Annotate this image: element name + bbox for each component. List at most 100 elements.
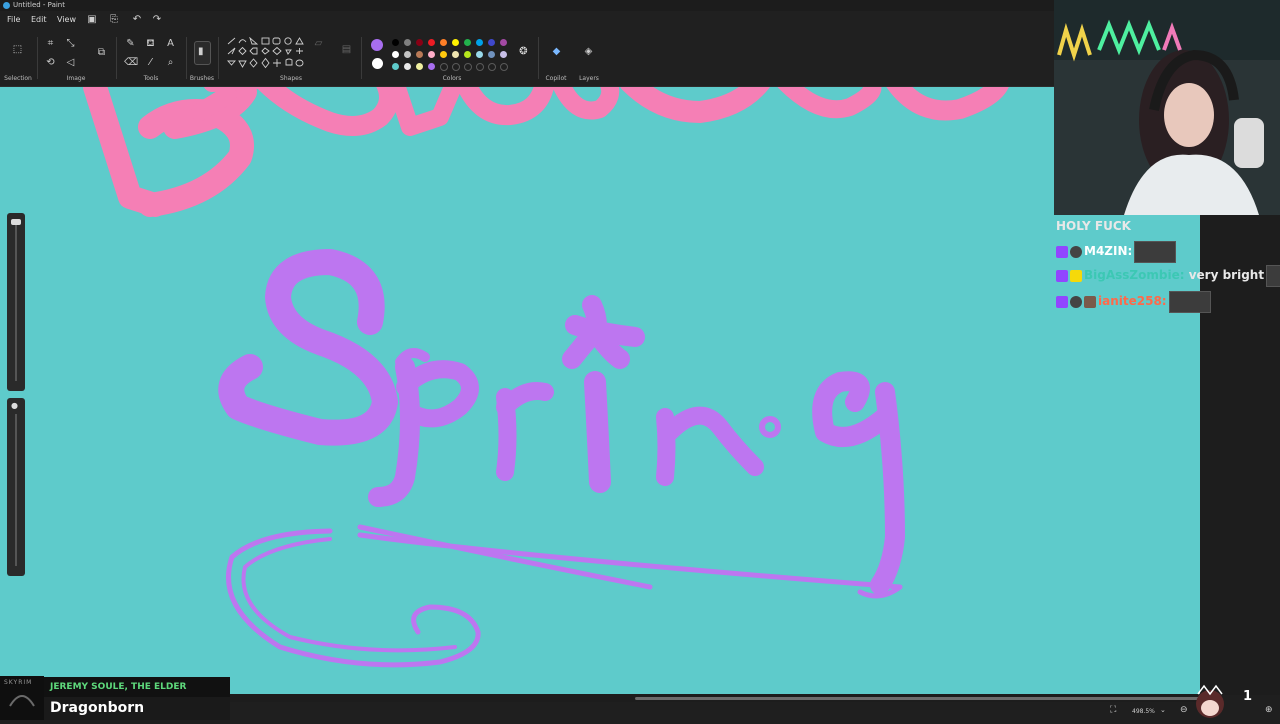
palette-swatch[interactable] bbox=[452, 63, 460, 71]
palette-swatch[interactable] bbox=[476, 39, 483, 46]
edit-colors-icon[interactable]: ❂ bbox=[517, 45, 530, 58]
opacity-slider[interactable]: ● bbox=[7, 398, 25, 576]
emote-image bbox=[1168, 290, 1211, 313]
overlay-counter: 1 bbox=[1243, 689, 1253, 704]
palette-swatch[interactable] bbox=[404, 51, 411, 58]
palette-swatch[interactable] bbox=[476, 51, 483, 58]
drawing-canvas[interactable] bbox=[0, 87, 1200, 694]
palette-swatch[interactable] bbox=[404, 63, 411, 70]
ribbon-divider bbox=[361, 37, 362, 79]
chat-header: HOLY FUCK bbox=[1056, 219, 1131, 233]
palette-swatch[interactable] bbox=[464, 51, 471, 58]
lock-icon: ● bbox=[11, 401, 18, 410]
group-label-selection: Selection bbox=[4, 75, 32, 82]
title-bar: Untitled - Paint bbox=[0, 0, 1054, 11]
chevron-down-icon[interactable]: ⌄ bbox=[1160, 706, 1166, 714]
palette-swatch[interactable] bbox=[464, 39, 471, 46]
chat-message: M4ZIN: bbox=[1056, 240, 1177, 263]
palette-swatch[interactable] bbox=[440, 51, 447, 58]
brushes-button[interactable]: ▮ bbox=[194, 41, 211, 65]
selection-rectangle-icon[interactable]: ⬚ bbox=[11, 43, 24, 56]
pencil-icon[interactable]: ✎ bbox=[124, 37, 137, 50]
menu-edit[interactable]: Edit bbox=[31, 15, 47, 24]
palette-swatch[interactable] bbox=[440, 63, 448, 71]
stream-chat: HOLY FUCK M4ZIN: BigAssZombie: very brig… bbox=[1054, 215, 1280, 315]
ribbon-divider bbox=[186, 37, 187, 79]
user-badge-icon bbox=[1084, 295, 1096, 308]
rotate-icon[interactable]: ⟲ bbox=[44, 56, 57, 69]
secondary-color-swatch[interactable] bbox=[372, 58, 383, 69]
brush-size-slider[interactable] bbox=[7, 213, 25, 391]
layers-icon[interactable]: ◈ bbox=[582, 45, 595, 58]
shapes-gallery[interactable] bbox=[226, 37, 306, 75]
palette-swatch[interactable] bbox=[428, 51, 435, 58]
palette-swatch[interactable] bbox=[500, 39, 507, 46]
fill-icon[interactable]: ⛾ bbox=[144, 37, 157, 50]
palette-swatch[interactable] bbox=[452, 39, 459, 46]
image-select-icon[interactable]: ⧉ bbox=[95, 46, 108, 59]
palette-swatch[interactable] bbox=[500, 63, 508, 71]
chat-username: ianite258: bbox=[1098, 294, 1167, 308]
palette-swatch[interactable] bbox=[500, 51, 507, 58]
palette-swatch[interactable] bbox=[488, 39, 495, 46]
palette-swatch[interactable] bbox=[392, 39, 399, 46]
group-label-shapes: Shapes bbox=[280, 75, 302, 82]
palette-swatch[interactable] bbox=[416, 63, 423, 70]
menu-file[interactable]: File bbox=[7, 15, 20, 24]
resize-icon[interactable]: ⤡ bbox=[64, 37, 77, 50]
redo-icon[interactable]: ↷ bbox=[151, 14, 163, 26]
fit-window-icon[interactable]: ⛶ bbox=[1110, 705, 1116, 715]
palette-swatch[interactable] bbox=[404, 39, 411, 46]
color-picker-icon[interactable]: ⁄ bbox=[144, 56, 157, 69]
magnifier-icon[interactable]: ⌕ bbox=[164, 56, 177, 69]
webcam-overlay bbox=[1054, 0, 1280, 215]
scrollbar-thumb[interactable] bbox=[635, 697, 1200, 700]
eraser-icon[interactable]: ⌫ bbox=[124, 56, 138, 69]
palette-swatch[interactable] bbox=[452, 51, 459, 58]
palette-swatch[interactable] bbox=[416, 51, 423, 58]
outline-icon[interactable]: ▱ bbox=[312, 37, 325, 50]
share-icon[interactable]: ⎘ bbox=[108, 14, 120, 26]
ribbon: ⬚ Selection ⌗ ⤡ ⟲ ◁ ⧉ Image ✎ ⛾ A ⌫ ⁄ ⌕ … bbox=[0, 31, 1054, 87]
slider-knob[interactable] bbox=[11, 219, 21, 225]
palette-swatch[interactable] bbox=[488, 51, 495, 58]
slider-track bbox=[15, 414, 17, 566]
zoom-level[interactable]: 498.5% bbox=[1132, 708, 1155, 715]
user-badge-icon bbox=[1070, 295, 1082, 308]
ribbon-divider bbox=[116, 37, 117, 79]
group-label-layers: Layers bbox=[579, 75, 599, 82]
palette-swatch[interactable] bbox=[488, 63, 496, 71]
palette-swatch[interactable] bbox=[464, 63, 472, 71]
album-art: SKYRIM bbox=[0, 676, 44, 720]
zoom-out-icon[interactable]: ⊖ bbox=[1180, 705, 1188, 715]
text-icon[interactable]: A bbox=[164, 37, 177, 50]
palette-swatch[interactable] bbox=[476, 63, 484, 71]
pink-lettering bbox=[83, 87, 1009, 217]
palette-swatch[interactable] bbox=[428, 63, 435, 70]
zoom-in-icon[interactable]: ⊕ bbox=[1265, 705, 1273, 715]
copilot-icon[interactable]: ◆ bbox=[550, 45, 563, 58]
fill-shape-icon[interactable]: ▤ bbox=[340, 43, 353, 56]
paint-app-icon bbox=[3, 2, 10, 9]
undo-icon[interactable]: ↶ bbox=[131, 14, 143, 26]
palette-swatch[interactable] bbox=[428, 39, 435, 46]
track-artist: JEREMY SOULE, THE ELDER SCROLLS bbox=[44, 677, 230, 712]
palette-swatch[interactable] bbox=[440, 39, 447, 46]
primary-color-swatch[interactable] bbox=[371, 39, 383, 51]
palette-swatch[interactable] bbox=[392, 63, 399, 70]
track-title: Dragonborn bbox=[44, 697, 230, 720]
twitch-badge-icon bbox=[1056, 269, 1068, 282]
palette-swatch[interactable] bbox=[392, 51, 399, 58]
flip-icon[interactable]: ◁ bbox=[64, 56, 77, 69]
chat-username: BigAssZombie: bbox=[1084, 268, 1185, 282]
user-badge-icon bbox=[1070, 245, 1082, 258]
emote-image bbox=[1134, 240, 1177, 263]
webcam-image bbox=[1054, 0, 1280, 215]
menu-view[interactable]: View bbox=[57, 15, 76, 24]
chat-username: M4ZIN: bbox=[1084, 244, 1133, 258]
save-icon[interactable]: ▣ bbox=[86, 14, 98, 26]
menu-bar: File Edit View ▣ ⎘ ↶ ↷ bbox=[0, 11, 1054, 31]
crop-icon[interactable]: ⌗ bbox=[44, 37, 57, 50]
palette-swatch[interactable] bbox=[416, 39, 423, 46]
group-label-colors: Colors bbox=[442, 75, 462, 82]
